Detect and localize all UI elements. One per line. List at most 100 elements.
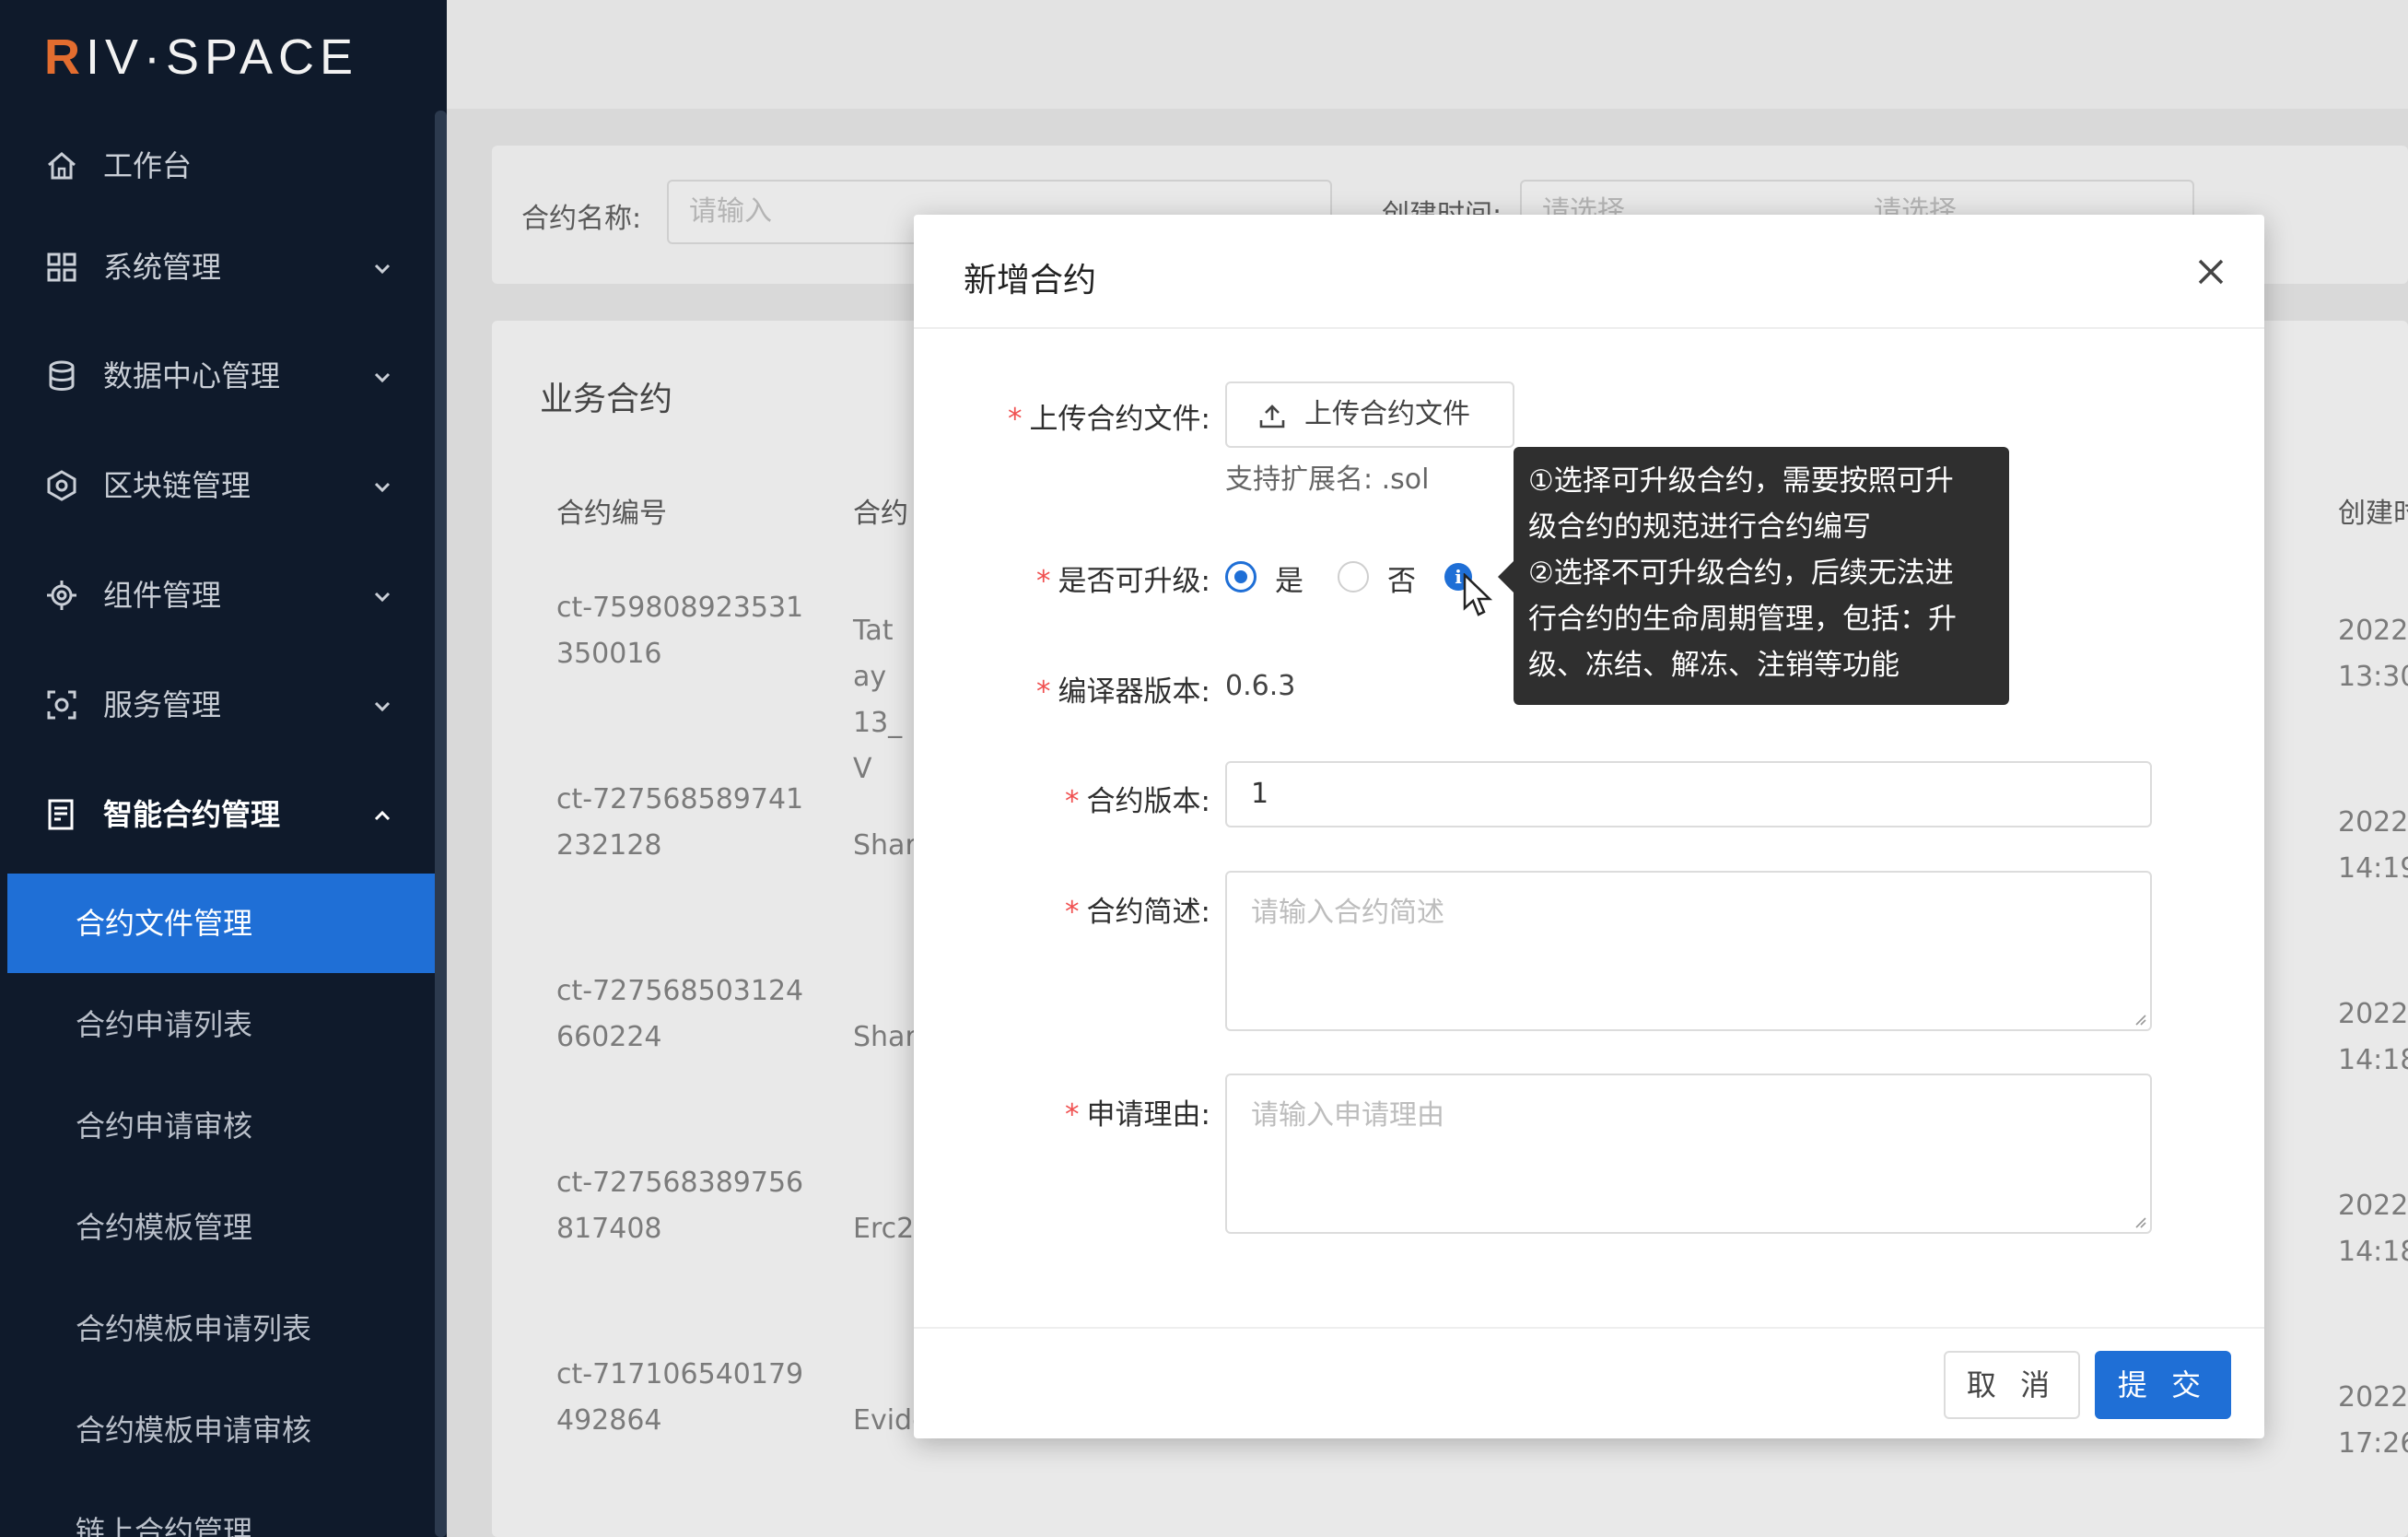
modal-footer-divider [914,1327,2264,1329]
tooltip-line: 行合约的生命周期管理，包括：升 [1528,603,1957,636]
top-bar [447,0,2408,109]
row-date: 2022- [2338,615,2408,647]
upload-button-label: 上传合约文件 [1304,398,1470,430]
row-time: 14:19 [2338,852,2408,885]
sidebar-item-datacenter[interactable]: 数据中心管理 [0,332,435,420]
upgradable-label: * 是否可升级: [1036,565,1210,598]
contract-description-label: * 合约简述: [1065,896,1210,929]
sidebar-item-workbench[interactable]: 工作台 [0,122,435,210]
chevron-down-icon [374,482,391,493]
compiler-version-value: 0.6.3 [1225,670,1296,702]
contract-version-label: * 合约版本: [1065,785,1210,818]
sidebar-subitem-contract-files[interactable]: 合约文件管理 [7,874,435,973]
grid-icon [47,252,76,282]
row-contract-id: ct-727568589741232128 [556,783,804,862]
chevron-down-icon [374,372,391,383]
sidebar: RIV·SPACE 工作台 系统管理 数据中心管理 区块链管理 组件管理 服务管… [0,0,447,1537]
sidebar-subitem-template-review[interactable]: 合约模板申请审核 [7,1380,435,1480]
modal-header: 新增合约 [914,215,2264,329]
row-date: 2022- [2338,1381,2408,1414]
cancel-button[interactable]: 取 消 [1944,1351,2080,1419]
sidebar-item-smart-contract[interactable]: 智能合约管理 [0,770,435,859]
resize-handle-icon[interactable] [2132,1011,2146,1026]
sidebar-subitem-label: 合约模板申请列表 [76,1311,312,1346]
upload-hint: 支持扩展名: .sol [1225,463,1430,496]
row-contract-id: ct-759808923531350016 [556,592,804,670]
blockchain-icon [47,470,76,501]
row-contract-name: Tatay 13_V [853,615,903,785]
sidebar-subitem-template-management[interactable]: 合约模板管理 [7,1178,435,1277]
upgradable-yes-label[interactable]: 是 [1275,557,1303,599]
tooltip-line: 级、冻结、解冻、注销等功能 [1528,649,1900,682]
tooltip-line: ②选择不可升级合约，后续无法进 [1528,557,1954,590]
row-time: 14:18 [2338,1044,2408,1076]
row-contract-id: ct-727568503124660224 [556,975,804,1053]
sidebar-subitem-template-applications[interactable]: 合约模板申请列表 [7,1279,435,1379]
column-header-id: 合约编号 [556,498,667,530]
submit-button[interactable]: 提 交 [2095,1351,2231,1419]
sidebar-item-label: 服务管理 [103,687,222,722]
contract-description-textarea[interactable]: 请输入合约简述 [1225,871,2152,1031]
app-logo[interactable]: RIV·SPACE [44,29,358,85]
contract-name-label: 合约名称: [521,203,642,235]
row-contract-name: Shar [853,829,917,862]
scan-icon [47,690,76,720]
sidebar-subitem-label: 链上合约管理 [76,1514,253,1537]
sidebar-item-label: 工作台 [103,148,193,183]
apply-reason-placeholder: 请输入申请理由 [1251,1099,1444,1132]
home-icon [48,152,76,180]
database-icon [49,360,75,391]
sidebar-item-services[interactable]: 服务管理 [0,661,435,749]
sidebar-subitem-label: 合约申请审核 [76,1109,253,1144]
tooltip-line: 级合约的规范进行合约编写 [1528,510,1871,544]
apply-reason-textarea[interactable]: 请输入申请理由 [1225,1074,2152,1234]
sidebar-subitem-contract-review[interactable]: 合约申请审核 [7,1076,435,1176]
tooltip-arrow [1498,560,1514,593]
row-date: 2022- [2338,998,2408,1030]
sidebar-subitem-label: 合约模板管理 [76,1210,253,1245]
contract-icon [48,799,74,830]
sidebar-subitem-contract-applications[interactable]: 合约申请列表 [7,975,435,1074]
chevron-down-icon [374,701,391,712]
resize-handle-icon[interactable] [2132,1214,2146,1228]
sidebar-scrollbar[interactable] [435,111,447,1537]
list-title: 业务合约 [540,381,673,418]
row-date: 2022- [2338,806,2408,839]
row-contract-id: ct-727568389756817408 [556,1167,804,1245]
row-time: 13:30 [2338,661,2408,693]
sidebar-item-system[interactable]: 系统管理 [0,223,435,311]
upgradable-yes-radio[interactable] [1225,561,1257,593]
row-time: 14:18 [2338,1236,2408,1268]
modal-title: 新增合约 [964,262,1097,299]
sidebar-item-components[interactable]: 组件管理 [0,551,435,639]
add-contract-modal: 新增合约 * 上传合约文件: 上传合约文件 支持扩展名: .sol * 是否可升级:… [914,215,2264,1438]
chevron-up-icon [374,810,391,821]
sidebar-item-label: 数据中心管理 [103,358,281,393]
sidebar-item-label: 区块链管理 [103,468,251,503]
upgradable-no-radio[interactable] [1338,561,1369,593]
sidebar-item-label: 智能合约管理 [103,797,281,832]
tooltip-line: ①选择可升级合约，需要按照可升 [1528,464,1954,498]
close-icon[interactable] [2194,255,2227,288]
upgradable-no-label[interactable]: 否 [1387,557,1416,599]
upgrade-info-tooltip: ①选择可升级合约，需要按照可升 级合约的规范进行合约编写 ②选择不可升级合约，后… [1514,447,2009,705]
sidebar-item-blockchain[interactable]: 区块链管理 [0,441,435,530]
mouse-cursor-icon [1463,573,1493,616]
gear-icon [47,581,76,610]
sidebar-subitem-onchain-contracts[interactable]: 链上合约管理 [7,1482,435,1537]
apply-reason-label: * 申请理由: [1065,1098,1210,1132]
sidebar-subitem-label: 合约申请列表 [76,1007,253,1042]
sidebar-subitem-label: 合约模板申请审核 [76,1413,312,1448]
sidebar-subitem-label: 合约文件管理 [76,906,253,941]
upload-contract-button[interactable]: 上传合约文件 [1225,381,1514,448]
upload-label: * 上传合约文件: [1008,403,1210,436]
contract-description-placeholder: 请输入合约简述 [1251,897,1444,929]
chevron-down-icon [374,592,391,603]
column-header-time: 创建时 [2338,498,2408,530]
row-contract-name: Shar [853,1021,917,1053]
row-date: 2022- [2338,1190,2408,1222]
contract-version-input[interactable]: 1 [1225,761,2152,827]
upload-icon [1259,405,1285,428]
column-header-name: 合约 [853,498,908,530]
sidebar-item-label: 系统管理 [103,250,222,285]
